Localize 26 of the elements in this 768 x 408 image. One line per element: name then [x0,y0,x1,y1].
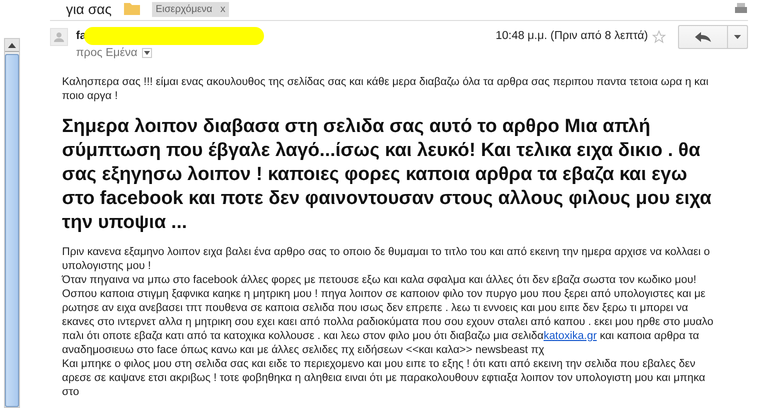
website-link[interactable]: katoxika.gr [544,330,597,342]
message-headline: Σημερα λοιπον διαβασα στη σελιδα σας αυτό το αρθρο Μια απλή σύμπτωση που έβγαλε λαγό...ίσως και λευκό! Και τελικα ειχα δικιο . θα σας εξηγησω λοιπον ! καποιες φορες καποια αρθρα τα εβαζα και εγω στο facebook και ποτε δεν φαινοντουσαν στους αλλους φιλους μου ειχα την υποψια ... [62,115,712,235]
message-paragraph: Καλησπερα σας !!! είμαι ενας ακουλουθος της σελίδας σας και κάθε μερα διαβαζω όλα τα αρθρα σας περιπου παντα τετοια ωρα η και ποιο αργα ! [62,75,710,103]
star-icon[interactable] [652,30,666,44]
scroll-up-button[interactable] [5,39,19,52]
more-options-button[interactable] [728,25,748,49]
email-subject: για σας [66,1,112,17]
remove-label-button[interactable]: x [216,2,230,16]
message-paragraph: Όταν πηγαινα να μπω στο facebook άλλες φορες με πετουσε εξω και καλα σφαλμα και άλλες ότι δεν εβαζα σωστα τον κωδικο μου! [62,273,698,287]
message-paragraph: Πριν κανενα εξαμηνο λοιπον ειχα βαλει ένα αρθρο σας το οποιο δε θυμαμαι το τιτλο του και από εκεινη την ημερα αρχισε να κολλαει ο υπολογιστης μου ! [62,245,711,273]
reply-button[interactable] [678,25,728,49]
label-tag: Εισερχόμενα [152,2,216,16]
print-icon[interactable] [734,3,748,15]
folder-icon [124,3,140,15]
details-dropdown[interactable] [142,48,152,58]
message-time: 10:48 μ.μ. (Πριν από 8 λεπτά) [496,30,648,42]
message-paragraph: Και μπηκε ο φιλος μου στη σελιδα σας και ειδε το περιεχομενο και μου ειπε το εξης ! ότι κατι από εκεινη την σελιδα που εβαλες δεν αρεσε σε καψανε ετσι ακριβως ! τοτε φοβηθηκα η αληθεια ειναι ότι με παρακολουθουν εφτιαξα λοιπον τον υπολογιστη μου και μπηκα στο [62,357,706,399]
message-paragraph: Οσπου καποια στιγμη ξαφνικα καηκε η μητρικη μου ! πηγα λοιπον σε καποιον φιλο τον πυργο μου που ξερει από υπολογιστες και με ρωτησε αν ειχα ανεβασει τπτ πουθενα σε καποια σελιδα που ισως δεν επρεπε . λεω τι εννοεις και μου ειπε δεν ξερω τι μπορει να εκανες στο ιντερνετ αλλα η μητρικη σου εχει καει από πολλα ραδιοκύματα που σου εχουν σταλει από καπου . εκει μου ηρθε στο μυαλο παλι ότι οποτε εβαζα κατι από τα κατοχικα κολλουσε . και λεω στον φιλο μου ότι διαβαζω μια σελιδαkatoxika.gr και καποια αρθρα τα αναδημοσιευω στο face όπως κανω και με άλλες σελιδες πχ ειδήσεων <<και καλα>> newsbeast πχ [62,287,714,357]
scroll-thumb[interactable] [5,54,19,407]
avatar-icon [50,28,68,46]
scrollbar[interactable] [4,38,20,408]
reply-arrow-icon [695,32,711,42]
caret-icon [734,35,741,39]
up-arrow-icon [8,42,16,48]
caret-icon [144,51,150,55]
recipient-text: προς Εμένα [76,47,138,59]
